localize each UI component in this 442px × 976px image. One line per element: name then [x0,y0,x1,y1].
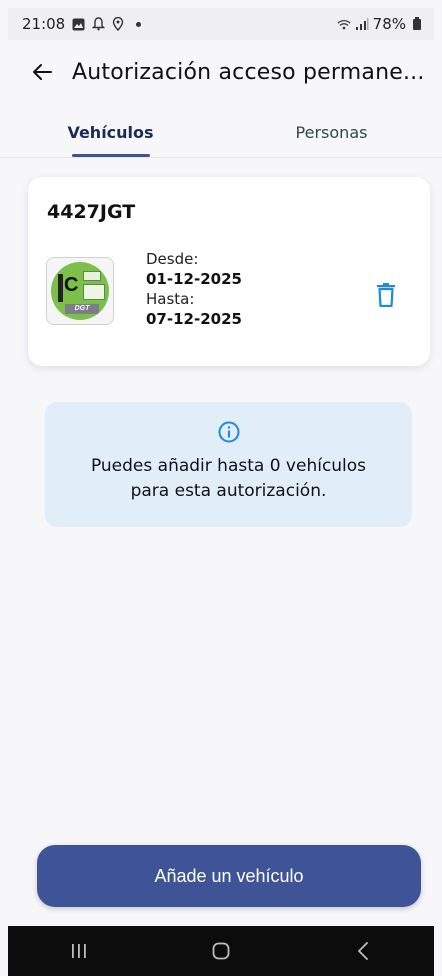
chevron-left-icon [358,942,368,960]
label-box-top [83,271,101,281]
label-box-bottom [83,284,105,300]
tab-selected-indicator [71,154,150,157]
trash-icon [377,283,395,307]
signal-icon [355,17,369,31]
tab-bar: Vehículos Personas [0,108,442,158]
image-icon [71,17,85,31]
label-letter: C [64,274,79,296]
from-label: Desde: [146,250,199,268]
tab-personas-label: Personas [295,123,368,142]
location-icon [111,17,125,31]
recent-apps-button[interactable] [49,931,109,971]
authorization-dates: Desde: 01-12-2025 Hasta: 07-12-2025 [146,249,242,329]
environmental-label-badge: C DGT [51,262,109,320]
notification-icon [91,17,105,31]
to-label: Hasta: [146,290,195,308]
page-title: Autorización acceso permane... [72,59,425,85]
tab-personas[interactable]: Personas [221,108,442,157]
wifi-icon [337,17,351,31]
info-box: Puedes añadir hasta 0 vehículos para est… [45,402,412,527]
label-barcode [58,274,63,302]
app-bar: Autorización acceso permane... [0,48,442,96]
delete-vehicle-button[interactable] [372,281,400,309]
label-brand: DGT [65,304,99,314]
navigation-bar [8,926,434,976]
back-button[interactable] [20,50,64,94]
recent-apps-icon [72,944,86,958]
home-icon [212,942,230,960]
dot-icon [131,17,145,31]
vehicle-plate: 4427JGT [47,201,136,223]
tab-vehiculos-label: Vehículos [67,123,154,142]
battery-icon [410,17,424,31]
to-date: 07-12-2025 [146,310,242,328]
vehicle-card: 4427JGT C DGT Desde: 01-12-2025 Hasta: 0… [28,177,430,366]
screen: 21:08 78% Autorización acceso permane...… [0,0,442,976]
arrow-back-icon [33,64,52,80]
status-left: 21:08 [22,15,145,33]
add-vehicle-button[interactable]: Añade un vehículo [37,845,421,907]
from-date: 01-12-2025 [146,270,242,288]
environmental-label-icon: C DGT [46,257,114,325]
tab-vehiculos[interactable]: Vehículos [0,108,221,157]
info-icon [218,421,239,443]
status-right: 78% [337,15,424,33]
home-button[interactable] [191,931,251,971]
back-nav-button[interactable] [333,931,393,971]
status-time: 21:08 [22,15,66,33]
battery-percent: 78% [372,15,406,33]
status-bar: 21:08 78% [8,8,434,40]
info-message: Puedes añadir hasta 0 vehículos para est… [90,456,367,501]
